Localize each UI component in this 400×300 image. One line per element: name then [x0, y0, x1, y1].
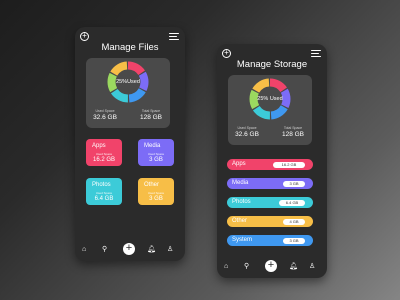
search-icon[interactable]: ⚲ — [102, 246, 107, 253]
add-icon[interactable]: + — [123, 243, 135, 255]
home-icon[interactable]: ⌂ — [224, 263, 228, 270]
bottom-nav: ⌂ ⚲ + 🔔︎ ♙ — [75, 237, 185, 261]
add-circle-icon[interactable]: + — [80, 32, 89, 41]
storage-bar-system[interactable]: System 3 GB — [227, 235, 313, 246]
search-icon[interactable]: ⚲ — [244, 263, 249, 270]
usage-percent-label: 25%Used — [116, 79, 140, 85]
add-circle-icon[interactable]: + — [222, 49, 231, 58]
storage-bar-apps[interactable]: Apps 16.2 GB — [227, 159, 313, 170]
total-space-stat: Total Space 128 GB — [139, 109, 163, 121]
add-icon[interactable]: + — [265, 260, 277, 272]
storage-summary-card: 25% Used Used Space 32.6 GB Total Space … — [228, 75, 312, 145]
user-icon[interactable]: ♙ — [309, 263, 315, 270]
page-title: Manage Storage — [236, 59, 308, 70]
page-title: Manage Files — [101, 42, 159, 53]
bell-icon[interactable]: 🔔︎ — [289, 263, 298, 270]
tile-apps[interactable]: Apps Used Space 16.2 GB — [86, 139, 122, 166]
tile-media[interactable]: Media Used Space 3 GB — [138, 139, 174, 166]
storage-bar-photos[interactable]: Photos 6.4 GB — [227, 197, 313, 208]
manage-storage-screen: + Manage Storage 25% Used Used Space 32.… — [217, 44, 327, 278]
storage-summary-card: 25%Used Used Space 32.6 GB Total Space 1… — [86, 58, 170, 128]
bottom-nav: ⌂ ⚲ + 🔔︎ ♙ — [217, 254, 327, 278]
storage-bar-other[interactable]: Other 4 GB — [227, 216, 313, 227]
manage-files-screen: + Manage Files 25%Used Used Space 32.6 G… — [75, 27, 185, 261]
used-space-stat: Used Space 32.6 GB — [235, 126, 259, 138]
user-icon[interactable]: ♙ — [167, 246, 173, 253]
bell-icon[interactable]: 🔔︎ — [147, 246, 156, 253]
menu-icon[interactable] — [311, 50, 321, 58]
used-space-stat: Used Space 32.6 GB — [93, 109, 117, 121]
home-icon[interactable]: ⌂ — [82, 246, 86, 253]
menu-icon[interactable] — [169, 33, 179, 41]
storage-bar-media[interactable]: Media 3 GB — [227, 178, 313, 189]
tile-other[interactable]: Other Used Space 3 GB — [138, 178, 174, 205]
total-space-stat: Total Space 128 GB — [281, 126, 305, 138]
tile-photos[interactable]: Photos Used Space 6.4 GB — [86, 178, 122, 205]
usage-percent-label: 25% Used — [257, 96, 283, 102]
